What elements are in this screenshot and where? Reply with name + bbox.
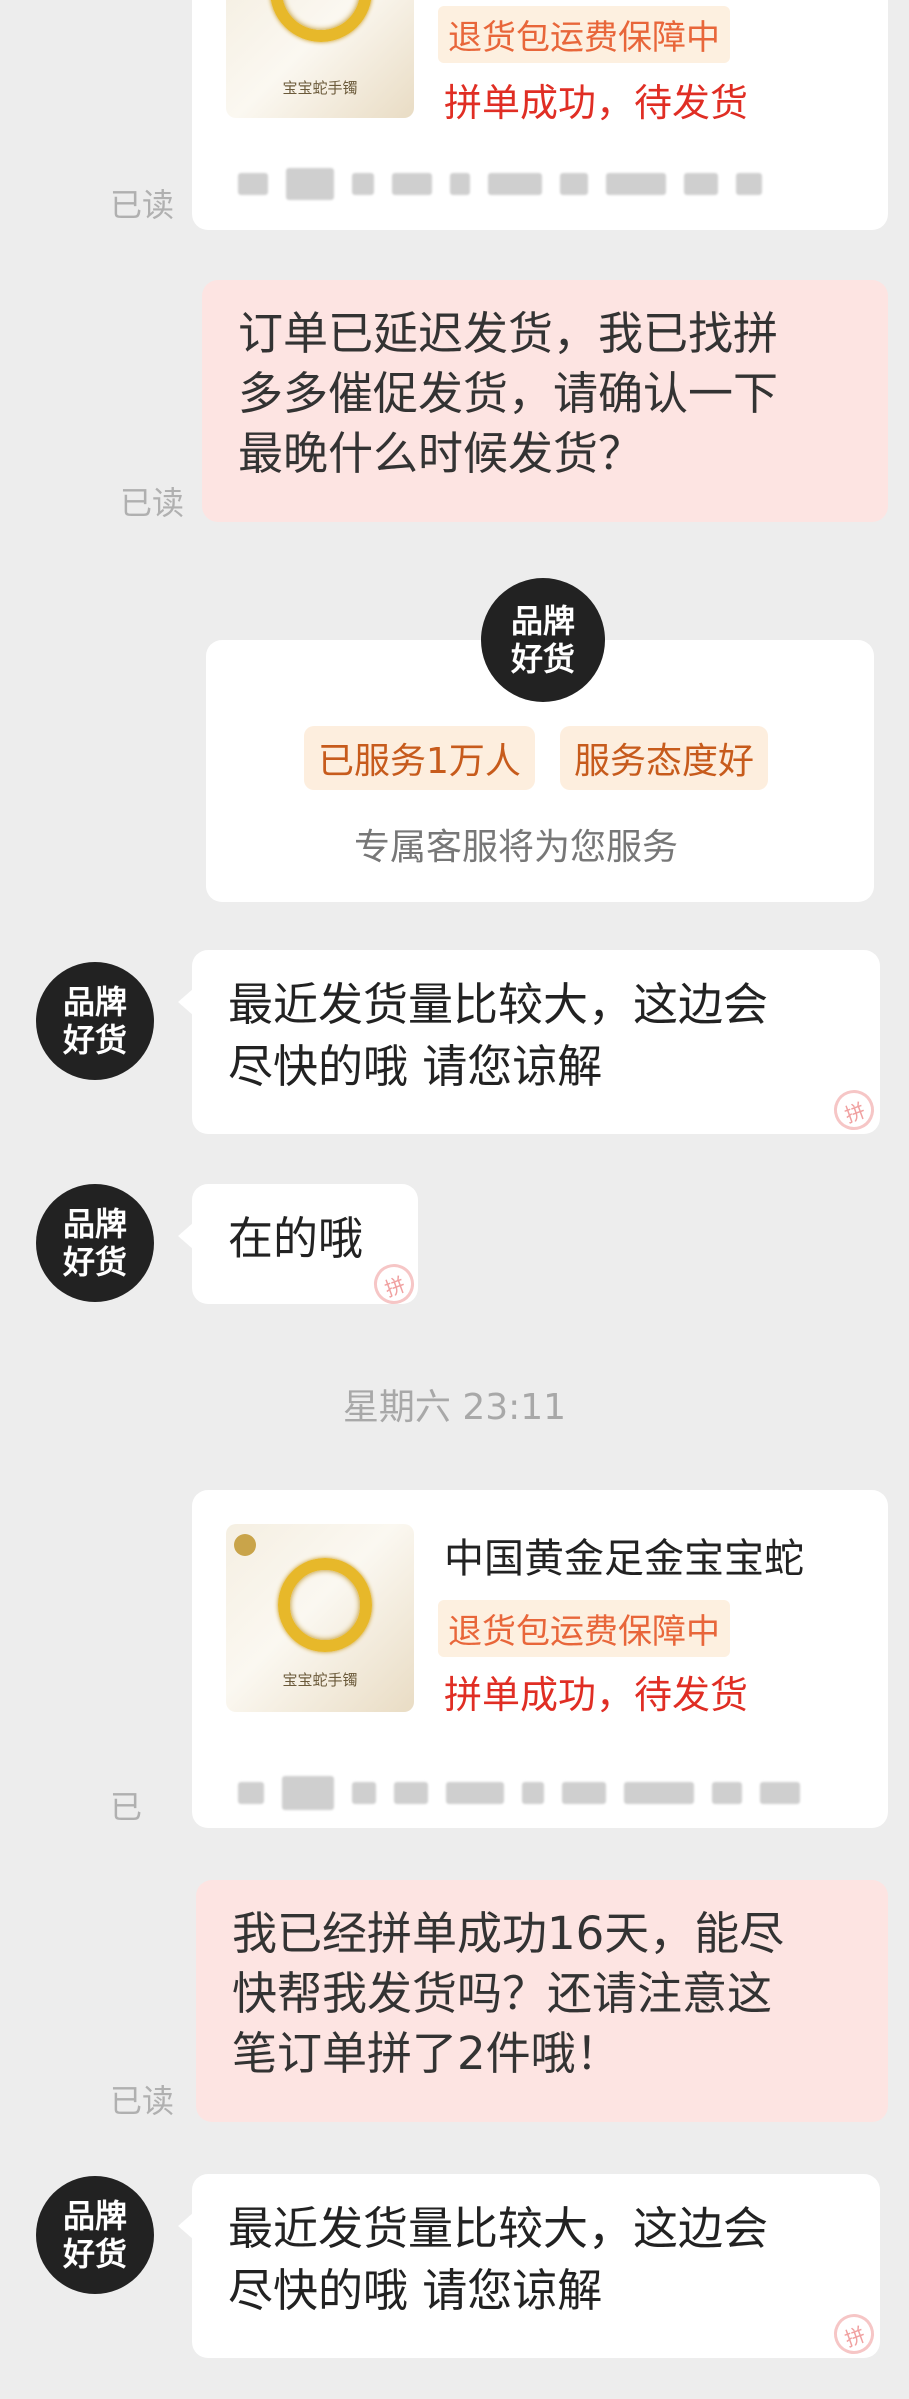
product-title: 中国黄金足金宝宝蛇 <box>444 1536 804 1582</box>
product-thumbnail: 宝宝蛇手镯 <box>226 0 414 118</box>
service-attitude-chip: 服务态度好 <box>560 726 769 790</box>
brand-logo-icon <box>234 1534 256 1556</box>
avatar-line: 品牌 <box>510 602 575 640</box>
order-status: 拼单成功，待发货 <box>444 1673 749 1717</box>
product-card-top[interactable]: 宝宝蛇手镯 退货包运费保障中 拼单成功，待发货 <box>192 0 888 230</box>
timestamp: 星期六 23:11 <box>342 1387 567 1428</box>
received-message[interactable]: 最近发货量比较大，这边会 尽快的哦 请您谅解 拼 <box>178 950 880 1136</box>
read-receipt: 已 <box>110 1788 143 1826</box>
product-card[interactable]: 宝宝蛇手镯 中国黄金足金宝宝蛇 退货包运费保障中 拼单成功，待发货 <box>192 1490 888 1828</box>
brand-avatar[interactable]: 品牌 好货 <box>36 962 154 1080</box>
avatar-line: 好货 <box>62 2235 127 2273</box>
read-receipt: 已读 <box>120 484 185 522</box>
message-line: 笔订单拼了2件哦！ <box>232 2027 621 2080</box>
service-subtitle: 专属客服将为您服务 <box>354 827 679 868</box>
received-message[interactable]: 在的哦 拼 <box>178 1184 420 1310</box>
message-line: 订单已延迟发货，我已找拼 <box>238 307 779 360</box>
sent-message[interactable]: 订单已延迟发货，我已找拼 多多催促发货，请确认一下 最晚什么时候发货？ <box>202 280 888 522</box>
bracelet-image <box>278 1558 372 1652</box>
avatar-line: 好货 <box>510 640 575 678</box>
served-count-chip: 已服务1万人 <box>304 726 535 790</box>
order-status: 拼单成功，待发货 <box>444 81 749 125</box>
message-line: 在的哦 <box>228 1212 364 1265</box>
bracelet-image <box>270 0 372 42</box>
avatar-line: 品牌 <box>62 983 127 1021</box>
read-receipt: 已读 <box>110 186 175 224</box>
received-message[interactable]: 最近发货量比较大，这边会 尽快的哦 请您谅解 拼 <box>178 2174 880 2360</box>
read-receipt: 已读 <box>110 2082 175 2120</box>
message-line: 最近发货量比较大，这边会 <box>228 2202 769 2255</box>
avatar-line: 品牌 <box>62 2197 127 2235</box>
avatar-line: 好货 <box>62 1243 127 1281</box>
return-shipping-tag: 退货包运费保障中 <box>438 1600 730 1657</box>
message-line: 最近发货量比较大，这边会 <box>228 978 769 1031</box>
return-shipping-tag: 退货包运费保障中 <box>438 6 730 63</box>
thumbnail-caption: 宝宝蛇手镯 <box>282 79 358 97</box>
message-line: 最晚什么时候发货？ <box>238 427 644 480</box>
avatar-line: 品牌 <box>62 1205 127 1243</box>
message-line: 尽快的哦 请您谅解 <box>228 2264 603 2317</box>
message-line: 快帮我发货吗？还请注意这 <box>232 1967 773 2020</box>
blurred-order-info <box>238 1776 800 1810</box>
thumbnail-caption: 宝宝蛇手镯 <box>282 1671 358 1689</box>
message-line: 多多催促发货，请确认一下 <box>238 367 779 420</box>
brand-avatar[interactable]: 品牌 好货 <box>36 1184 154 1302</box>
brand-avatar[interactable]: 品牌 好货 <box>481 578 605 702</box>
avatar-line: 好货 <box>62 1021 127 1059</box>
message-line: 我已经拼单成功16天，能尽 <box>232 1907 785 1960</box>
sent-message[interactable]: 我已经拼单成功16天，能尽 快帮我发货吗？还请注意这 笔订单拼了2件哦！ <box>196 1880 888 2122</box>
message-line: 尽快的哦 请您谅解 <box>228 1040 603 1093</box>
blurred-order-info <box>238 168 762 200</box>
product-thumbnail: 宝宝蛇手镯 <box>226 1524 414 1712</box>
brand-avatar[interactable]: 品牌 好货 <box>36 2176 154 2294</box>
